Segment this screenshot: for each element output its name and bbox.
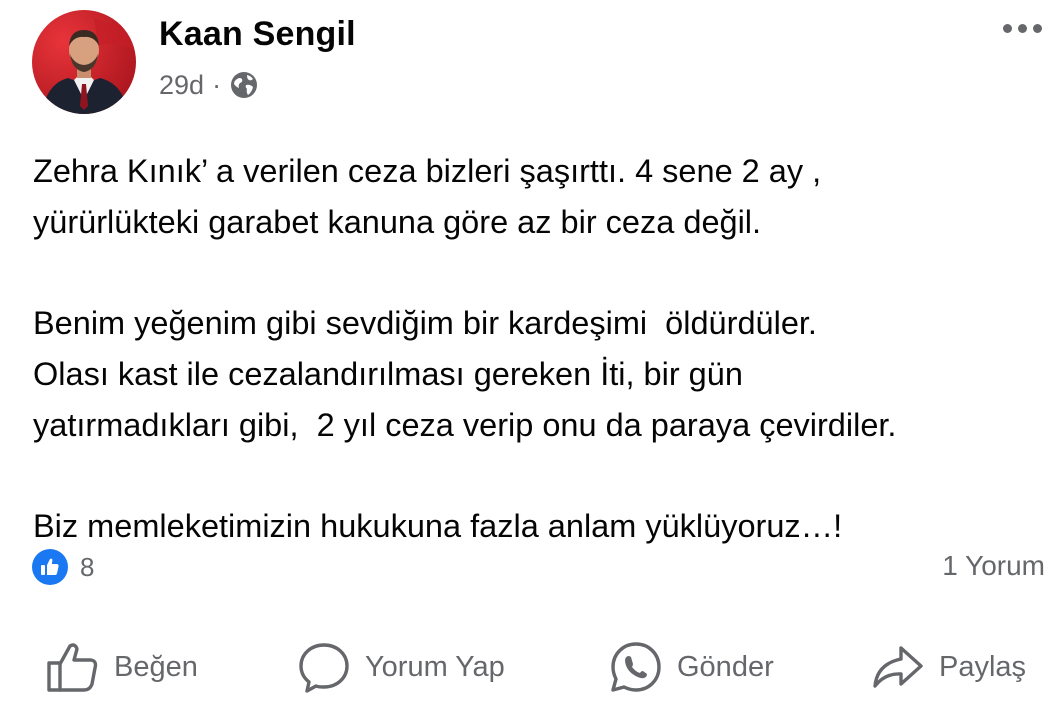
post-meta: 29d ·: [159, 68, 259, 102]
like-reaction-icon: [32, 549, 68, 585]
post-text-line: Biz memleketimizin hukukuna fazla anlam …: [33, 508, 843, 544]
facebook-post: Kaan Sengil 29d · Zehra Kınık’ a verilen…: [0, 0, 1049, 709]
send-button[interactable]: Gönder: [609, 636, 774, 698]
share-button[interactable]: Paylaş: [871, 636, 1026, 698]
share-arrow-icon: [873, 646, 923, 688]
post-time[interactable]: 29d: [159, 70, 204, 101]
post-text-line: Olası kast ile cezalandırılması gereken …: [33, 356, 743, 392]
comment-bubble-icon: [299, 643, 349, 693]
post-text-line: yatırmadıkları gibi, 2 yıl ceza verip on…: [33, 407, 897, 443]
more-dot: [1003, 23, 1012, 33]
like-label: Beğen: [114, 650, 198, 683]
like-button[interactable]: Beğen: [46, 636, 198, 698]
send-label: Gönder: [677, 650, 774, 683]
reaction-count: 8: [80, 551, 95, 582]
meta-separator: ·: [212, 69, 222, 100]
profile-photo: [32, 10, 136, 114]
more-dot: [1033, 23, 1042, 33]
reactions-summary[interactable]: 8: [32, 549, 94, 585]
share-label: Paylaş: [939, 650, 1027, 683]
avatar[interactable]: [32, 10, 136, 114]
more-options-icon[interactable]: [1003, 18, 1049, 38]
comment-count-link[interactable]: 1 Yorum: [942, 550, 1045, 582]
post-text-line: Benim yeğenim gibi sevdiğim bir kardeşim…: [33, 305, 817, 341]
action-bar: Beğen Yorum Yap Gönder Paylaş: [0, 636, 1049, 698]
globe-icon: [229, 70, 259, 100]
author-name[interactable]: Kaan Sengil: [159, 15, 356, 54]
post-text-line: yürürlükteki garabet kanuna göre az bir …: [33, 204, 762, 240]
more-dot: [1018, 23, 1027, 33]
thumbs-up-icon: [47, 643, 98, 692]
comment-button[interactable]: Yorum Yap: [297, 636, 505, 698]
whatsapp-icon: [611, 642, 661, 692]
post-text-line: Zehra Kınık’ a verilen ceza bizleri şaşı…: [33, 153, 822, 189]
post-text: Zehra Kınık’ a verilen ceza bizleri şaşı…: [33, 146, 1043, 552]
comment-label: Yorum Yap: [365, 650, 505, 683]
